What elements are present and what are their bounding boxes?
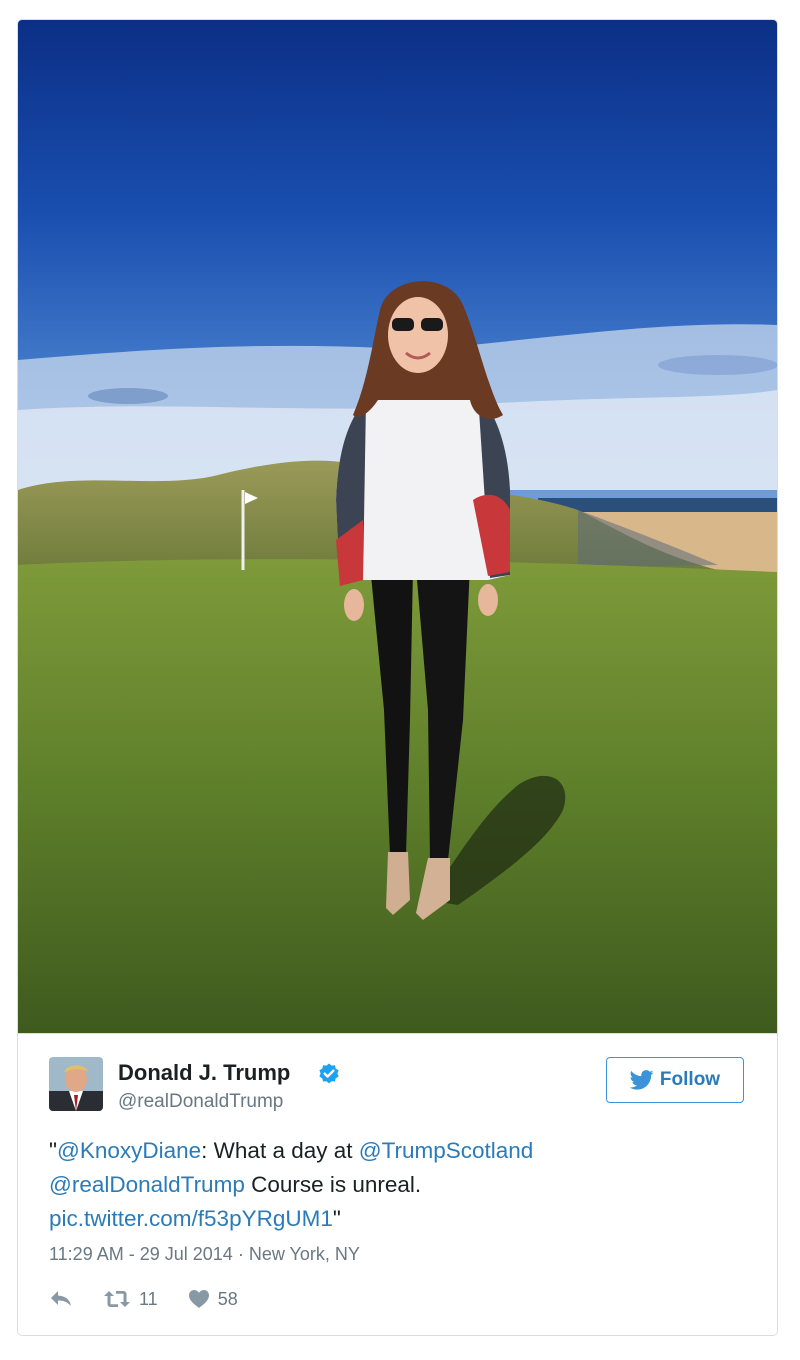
media-link[interactable]: pic.twitter.com/f53pYRgUM1 — [49, 1206, 333, 1231]
timestamp[interactable]: 11:29 AM - 29 Jul 2014 — [49, 1244, 233, 1264]
mention-realdonaldtrump[interactable]: @realDonaldTrump — [49, 1172, 245, 1197]
quote-open: " — [49, 1138, 57, 1163]
location[interactable]: New York, NY — [249, 1244, 360, 1264]
mention-trumpscotland[interactable]: @TrumpScotland — [359, 1138, 534, 1163]
tweet-text: "@KnoxyDiane: What a day at @TrumpScotla… — [49, 1134, 749, 1236]
like-count: 58 — [217, 1288, 238, 1309]
tweet-photo[interactable] — [18, 20, 777, 1033]
retweet-icon — [104, 1291, 130, 1307]
author-name[interactable]: Donald J. Trump — [118, 1060, 290, 1086]
retweet-count: 11 — [139, 1288, 158, 1309]
retweet-button[interactable]: 11 — [103, 1289, 158, 1310]
quote-close: " — [332, 1206, 341, 1231]
author-avatar[interactable] — [49, 1057, 103, 1111]
text-part-2: Course is unreal. — [244, 1172, 422, 1197]
follow-label: Follow — [659, 1069, 721, 1090]
reply-icon — [51, 1291, 71, 1306]
photo-divider — [18, 1033, 777, 1034]
heart-icon — [188, 1290, 209, 1308]
reply-button[interactable] — [49, 1289, 73, 1309]
verified-badge-icon — [319, 1063, 339, 1084]
author-handle[interactable]: @realDonaldTrump — [118, 1091, 283, 1113]
text-part-1: : What a day at — [201, 1138, 359, 1163]
embedded-tweet-card: Donald J. Trump @realDonaldTrump Follow … — [17, 19, 778, 1336]
like-button[interactable]: 58 — [188, 1289, 238, 1310]
tweet-actions: 11 58 — [49, 1286, 238, 1312]
twitter-bird-icon — [629, 1070, 654, 1090]
follow-button[interactable]: Follow — [606, 1057, 744, 1103]
mention-knoxydiane[interactable]: @KnoxyDiane — [57, 1138, 201, 1163]
meta-separator: · — [237, 1244, 244, 1264]
tweet-meta: 11:29 AM - 29 Jul 2014 · New York, NY — [49, 1244, 360, 1265]
